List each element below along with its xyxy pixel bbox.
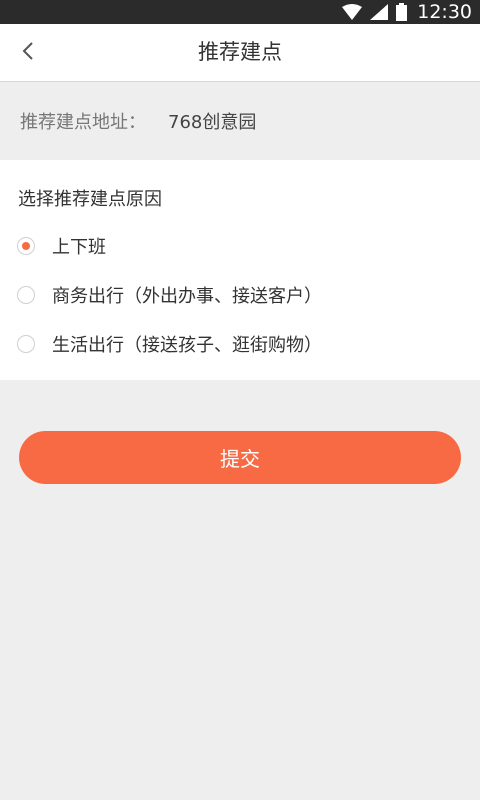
status-time: 12:30 xyxy=(417,1,472,23)
option-label: 生活出行（接送孩子、逛街购物） xyxy=(52,335,322,356)
radio-button[interactable] xyxy=(17,335,35,353)
option-commute[interactable]: 上下班 xyxy=(17,226,463,266)
reason-card: 选择推荐建点原因 上下班 商务出行（外出办事、接送客户） 生活出行（接送孩子、逛… xyxy=(0,160,480,380)
radio-selected-dot xyxy=(22,242,30,250)
address-value: 768创意园 xyxy=(168,112,257,133)
app-header: 推荐建点 xyxy=(0,24,480,82)
address-row: 推荐建点地址： 768创意园 xyxy=(0,83,480,159)
page-title: 推荐建点 xyxy=(198,40,282,64)
submit-button[interactable]: 提交 xyxy=(19,431,461,484)
cell-signal-icon xyxy=(370,4,389,20)
option-life[interactable]: 生活出行（接送孩子、逛街购物） xyxy=(17,324,463,364)
option-business[interactable]: 商务出行（外出办事、接送客户） xyxy=(17,275,463,315)
radio-button[interactable] xyxy=(17,286,35,304)
option-label: 商务出行（外出办事、接送客户） xyxy=(52,286,322,307)
option-label: 上下班 xyxy=(52,237,106,258)
reason-title: 选择推荐建点原因 xyxy=(18,189,162,210)
radio-button[interactable] xyxy=(17,237,35,255)
wifi-icon xyxy=(342,4,363,20)
status-bar: 12:30 xyxy=(0,0,480,24)
address-label: 推荐建点地址： xyxy=(20,112,146,133)
battery-icon xyxy=(396,3,408,21)
